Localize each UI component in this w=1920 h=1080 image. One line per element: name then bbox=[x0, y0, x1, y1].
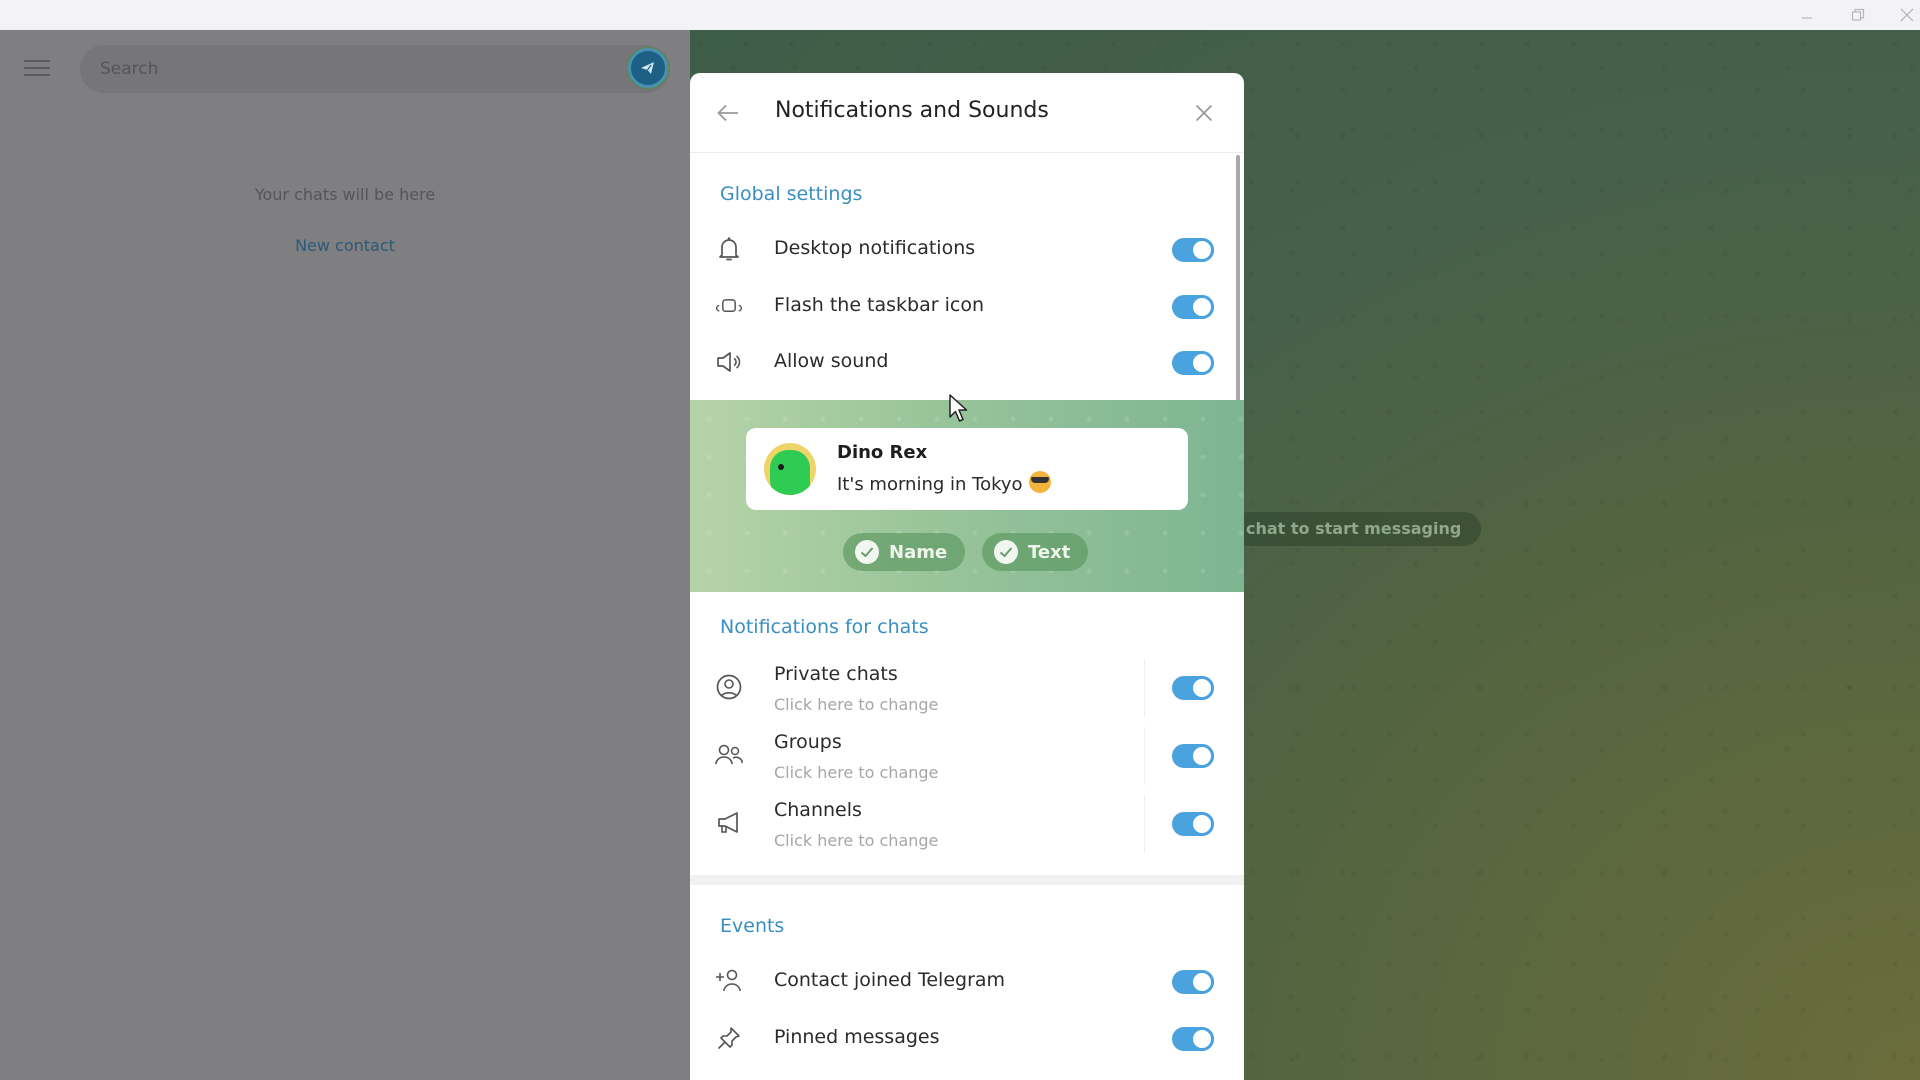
dialog-header: Notifications and Sounds bbox=[690, 73, 1244, 153]
chip-label: Text bbox=[1028, 541, 1071, 563]
user-circle-icon bbox=[714, 673, 744, 701]
setting-flash-taskbar[interactable]: Flash the taskbar icon bbox=[690, 278, 1230, 334]
private-chats-toggle[interactable] bbox=[1172, 676, 1214, 700]
restore-button[interactable] bbox=[1835, 0, 1881, 30]
setting-label: Private chats bbox=[774, 663, 898, 685]
setting-label: Pinned messages bbox=[774, 1026, 940, 1048]
preview-message: It's morning in Tokyo bbox=[837, 471, 1051, 495]
setting-contact-joined[interactable]: Contact joined Telegram bbox=[690, 953, 1230, 1009]
pin-icon bbox=[714, 1024, 744, 1052]
minimize-button[interactable] bbox=[1784, 0, 1830, 30]
new-contact-link[interactable]: New contact bbox=[0, 236, 690, 255]
section-events: Events bbox=[720, 915, 785, 937]
telegram-logo-icon[interactable] bbox=[628, 48, 668, 88]
channels-toggle[interactable] bbox=[1172, 812, 1214, 836]
notification-preview: Dino Rex It's morning in Tokyo Name Text bbox=[690, 400, 1244, 592]
window-titlebar bbox=[0, 0, 1920, 30]
back-button[interactable] bbox=[710, 95, 746, 131]
minimize-icon bbox=[1802, 17, 1812, 19]
restore-icon bbox=[1851, 8, 1865, 21]
mouse-cursor-icon bbox=[949, 394, 968, 422]
desktop-notifications-toggle[interactable] bbox=[1172, 238, 1214, 262]
contact-joined-toggle[interactable] bbox=[1172, 970, 1214, 994]
setting-allow-sound[interactable]: Allow sound bbox=[690, 334, 1230, 390]
avatar bbox=[764, 443, 816, 495]
dino-icon bbox=[770, 450, 810, 495]
close-window-button[interactable] bbox=[1884, 0, 1920, 30]
chip-label: Name bbox=[889, 541, 948, 563]
empty-chats-text: Your chats will be here bbox=[254, 185, 436, 204]
preview-sender-name: Dino Rex bbox=[837, 442, 928, 463]
setting-sublabel[interactable]: Click here to change bbox=[774, 763, 938, 782]
taskbar-flash-icon bbox=[714, 292, 744, 320]
section-global-settings: Global settings bbox=[720, 183, 863, 205]
close-icon bbox=[1195, 104, 1213, 122]
preview-message-text: It's morning in Tokyo bbox=[837, 474, 1023, 495]
setting-label: Flash the taskbar icon bbox=[774, 294, 984, 316]
notifications-dialog: Notifications and Sounds Global settings… bbox=[690, 73, 1244, 1080]
setting-private-chats[interactable]: Private chats Click here to change bbox=[690, 659, 1230, 717]
pinned-messages-toggle[interactable] bbox=[1172, 1027, 1214, 1051]
flash-taskbar-toggle[interactable] bbox=[1172, 295, 1214, 319]
setting-label: Contact joined Telegram bbox=[774, 969, 1006, 991]
allow-sound-toggle[interactable] bbox=[1172, 351, 1214, 375]
section-divider bbox=[690, 875, 1244, 885]
setting-sublabel[interactable]: Click here to change bbox=[774, 831, 938, 850]
check-icon bbox=[994, 540, 1018, 564]
setting-channels[interactable]: Channels Click here to change bbox=[690, 795, 1230, 853]
speaker-icon bbox=[714, 348, 744, 376]
search-bar[interactable] bbox=[80, 45, 670, 93]
close-icon bbox=[1900, 8, 1914, 22]
group-icon bbox=[714, 741, 744, 769]
chat-list-panel: Your chats will be here New contact bbox=[0, 30, 690, 1080]
arrow-left-icon bbox=[717, 104, 738, 122]
setting-label: Channels bbox=[774, 799, 862, 821]
setting-pinned-messages[interactable]: Pinned messages bbox=[690, 1010, 1230, 1066]
sunglasses-emoji-icon bbox=[1028, 471, 1051, 493]
groups-toggle[interactable] bbox=[1172, 744, 1214, 768]
setting-groups[interactable]: Groups Click here to change bbox=[690, 727, 1230, 785]
setting-label: Allow sound bbox=[774, 350, 889, 372]
add-user-icon bbox=[714, 967, 744, 995]
setting-sublabel[interactable]: Click here to change bbox=[774, 695, 938, 714]
setting-desktop-notifications[interactable]: Desktop notifications bbox=[690, 221, 1230, 277]
hamburger-icon[interactable] bbox=[24, 56, 52, 80]
section-notifications-for-chats: Notifications for chats bbox=[720, 616, 929, 638]
preview-notification-card: Dino Rex It's morning in Tokyo bbox=[746, 428, 1188, 510]
close-dialog-button[interactable] bbox=[1186, 95, 1222, 131]
search-input[interactable] bbox=[100, 45, 620, 93]
megaphone-icon bbox=[714, 809, 744, 837]
show-text-checkbox[interactable]: Text bbox=[982, 533, 1089, 571]
show-name-checkbox[interactable]: Name bbox=[843, 533, 966, 571]
start-messaging-hint: chat to start messaging bbox=[1232, 512, 1482, 546]
dialog-title: Notifications and Sounds bbox=[775, 98, 1049, 123]
bell-icon bbox=[714, 235, 744, 263]
setting-label: Groups bbox=[774, 731, 842, 753]
setting-label: Desktop notifications bbox=[774, 237, 976, 259]
check-icon bbox=[855, 540, 879, 564]
